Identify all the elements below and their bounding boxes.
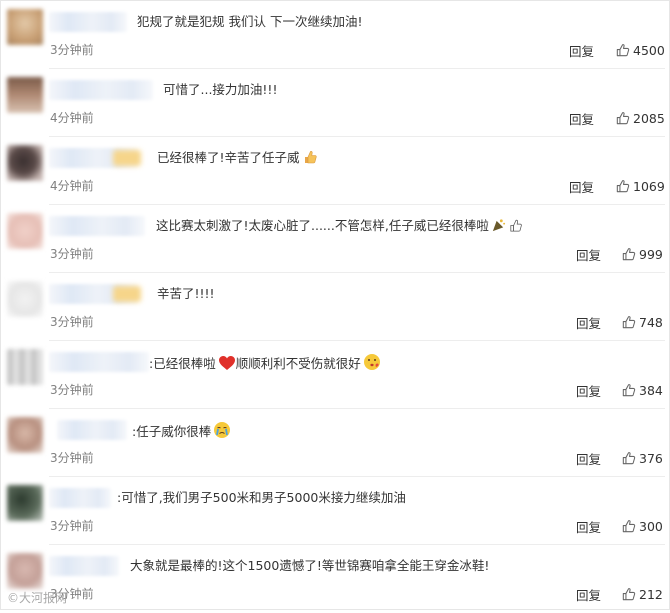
party-emoji-icon: [491, 218, 506, 238]
avatar[interactable]: [7, 281, 43, 317]
reply-button[interactable]: 回复: [576, 449, 601, 468]
comment-time: 3分钟前: [50, 247, 94, 261]
comment-text-content: :任子威你很棒: [132, 424, 212, 439]
like-button[interactable]: 748: [622, 313, 663, 331]
heart-emoji-icon: [218, 355, 236, 376]
comment-item: 辛苦了!!!! 3分钟前 回复 748: [1, 273, 670, 341]
comment-time: 4分钟前: [50, 179, 94, 193]
comment-time: 3分钟前: [50, 383, 94, 397]
comment-text: 已经很棒了!辛苦了任子威: [157, 149, 318, 170]
username[interactable]: [49, 556, 119, 576]
comment-time: 3分钟前: [50, 43, 94, 57]
avatar[interactable]: [7, 485, 43, 521]
comment-time: 4分钟前: [50, 111, 94, 125]
username[interactable]: [57, 420, 127, 440]
comment-item: 这比赛太刺激了!太废心脏了......不管怎样,任子威已经很棒啦 3分钟前 回复…: [1, 205, 670, 273]
like-button[interactable]: 999: [622, 245, 663, 263]
thumbs-up-icon: [616, 112, 630, 125]
comment-item: :可惜了,我们男子500米和男子5000米接力继续加油 3分钟前 回复 300: [1, 477, 670, 545]
comment-text-content: 顺顺利利不受伤就很好: [235, 356, 361, 371]
reply-button[interactable]: 回复: [576, 245, 601, 264]
like-count: 376: [639, 450, 663, 466]
like-count: 4500: [633, 42, 665, 58]
like-count: 999: [639, 246, 663, 262]
username[interactable]: [49, 352, 149, 372]
avatar[interactable]: [7, 9, 43, 45]
thumbs-up-icon: [622, 520, 636, 533]
like-count: 748: [639, 314, 663, 330]
thumbs-up-icon: [616, 44, 630, 57]
like-count: 384: [639, 382, 663, 398]
thumbs-up-icon: [622, 248, 636, 261]
like-button[interactable]: 376: [622, 449, 663, 467]
comment-text: :任子威你很棒: [132, 421, 231, 444]
comment-text-content: :已经很棒啦: [149, 356, 216, 371]
reply-button[interactable]: 回复: [576, 585, 601, 604]
username[interactable]: [49, 12, 127, 32]
comment-item: 犯规了就是犯规 我们认 下一次继续加油! 3分钟前 回复 4500: [1, 1, 670, 69]
username[interactable]: [49, 488, 111, 508]
avatar[interactable]: [7, 77, 43, 113]
thumbs-up-emoji-icon: [508, 218, 523, 238]
comment-item: :已经很棒啦 顺顺利利不受伤就很好 3分钟前 回复 384: [1, 341, 670, 409]
username[interactable]: [49, 216, 145, 236]
like-count: 1069: [633, 178, 665, 194]
kiss-emoji-icon: [363, 353, 381, 376]
reply-button[interactable]: 回复: [569, 41, 594, 60]
comment-text: 犯规了就是犯规 我们认 下一次继续加油!: [137, 14, 363, 29]
like-button[interactable]: 4500: [616, 41, 665, 59]
comment-time: 3分钟前: [50, 519, 94, 533]
username[interactable]: [49, 148, 137, 168]
comment-text-content: 已经很棒了!辛苦了任子威: [157, 150, 300, 165]
username[interactable]: [49, 80, 153, 100]
avatar[interactable]: [7, 145, 43, 181]
like-count: 2085: [633, 110, 665, 126]
comment-time: 3分钟前: [50, 315, 94, 329]
reply-button[interactable]: 回复: [569, 177, 594, 196]
watermark: ©大河报网: [7, 591, 68, 605]
thumbs-up-icon: [622, 316, 636, 329]
comment-list: 犯规了就是犯规 我们认 下一次继续加油! 3分钟前 回复 4500 可惜了...…: [0, 0, 670, 610]
comment-text-content: 这比赛太刺激了!太废心脏了......不管怎样,任子威已经很棒啦: [156, 218, 489, 233]
like-button[interactable]: 2085: [616, 109, 665, 127]
comment-time: 3分钟前: [50, 451, 94, 465]
comment-item: :任子威你很棒 3分钟前 回复 376: [1, 409, 670, 477]
comment-text: 这比赛太刺激了!太废心脏了......不管怎样,任子威已经很棒啦: [156, 217, 523, 238]
comment-text: 可惜了...接力加油!!!: [163, 82, 278, 97]
reply-button[interactable]: 回复: [576, 313, 601, 332]
comment-item: 大象就是最棒的!这个1500遗憾了!等世锦赛咱拿全能王穿金冰鞋! 3分钟前 回复…: [1, 545, 670, 613]
thumbs-up-icon: [622, 452, 636, 465]
like-button[interactable]: 300: [622, 517, 663, 535]
avatar[interactable]: [7, 417, 43, 453]
comment-item: 可惜了...接力加油!!! 4分钟前 回复 2085: [1, 69, 670, 137]
username[interactable]: [49, 284, 137, 304]
thumbs-up-emoji-icon: [302, 149, 318, 170]
like-count: 212: [639, 586, 663, 602]
comment-item: 已经很棒了!辛苦了任子威 4分钟前 回复 1069: [1, 137, 670, 205]
avatar[interactable]: [7, 553, 43, 589]
comment-text: :可惜了,我们男子500米和男子5000米接力继续加油: [117, 490, 406, 505]
reply-button[interactable]: 回复: [576, 517, 601, 536]
comment-text: 大象就是最棒的!这个1500遗憾了!等世锦赛咱拿全能王穿金冰鞋!: [130, 558, 490, 573]
like-button[interactable]: 1069: [616, 177, 665, 195]
like-count: 300: [639, 518, 663, 534]
comment-text: :已经很棒啦 顺顺利利不受伤就很好: [149, 353, 381, 376]
crying-emoji-icon: [213, 421, 231, 444]
avatar[interactable]: [7, 349, 43, 385]
like-button[interactable]: 384: [622, 381, 663, 399]
reply-button[interactable]: 回复: [569, 109, 594, 128]
thumbs-up-icon: [622, 384, 636, 397]
like-button[interactable]: 212: [622, 585, 663, 603]
thumbs-up-icon: [622, 588, 636, 601]
thumbs-up-icon: [616, 180, 630, 193]
avatar[interactable]: [7, 213, 43, 249]
reply-button[interactable]: 回复: [576, 381, 601, 400]
comment-text: 辛苦了!!!!: [157, 286, 215, 301]
